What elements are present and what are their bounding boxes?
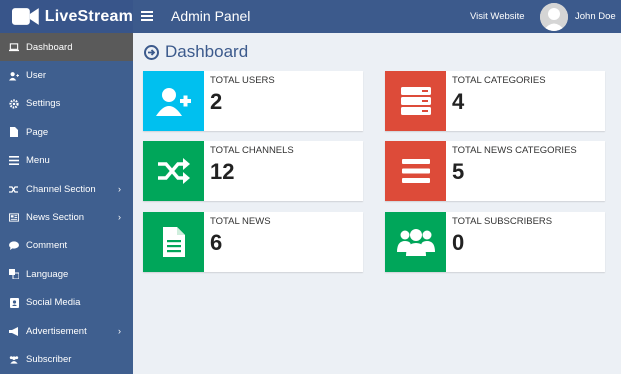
stat-box-total-news[interactable]: TOTAL NEWS 6 (143, 212, 363, 272)
sidebar-item-subscriber[interactable]: Subscriber (0, 345, 133, 373)
sidebar-item-label: News Section (26, 212, 85, 224)
stat-box-total-categories[interactable]: TOTAL CATEGORIES 4 (385, 71, 605, 131)
sidebar-item-label: Channel Section (26, 183, 96, 195)
shuffle-icon (9, 184, 19, 194)
stat-label: TOTAL CATEGORIES (452, 75, 546, 86)
bullhorn-icon (9, 326, 19, 336)
sidebar-item-label: Subscriber (26, 353, 72, 365)
sidebar-item-language[interactable]: Language (0, 260, 133, 288)
sidebar-item-social-media[interactable]: Social Media (0, 289, 133, 317)
sidebar-item-label: Settings (26, 98, 61, 110)
stat-label: TOTAL CHANNELS (210, 145, 294, 156)
chevron-right-icon: › (118, 183, 121, 194)
stat-box-total-users[interactable]: TOTAL USERS 2 (143, 71, 363, 131)
users-icon (9, 354, 19, 364)
brand-name: LiveStream (44, 7, 133, 25)
stat-box-total-subscribers[interactable]: TOTAL SUBSCRIBERS 0 (385, 212, 605, 272)
bars-icon (9, 156, 19, 166)
brand-logo[interactable]: LiveStream (0, 0, 133, 33)
page-title: Dashboard (144, 42, 248, 62)
page-title-text: Dashboard (165, 42, 249, 61)
sidebar-item-label: Comment (26, 240, 68, 252)
top-header: LiveStream Admin Panel Visit Website Joh… (0, 0, 621, 33)
sidebar-item-advertisement[interactable]: Advertisement › (0, 317, 133, 345)
panel-title: Admin Panel (171, 8, 251, 24)
sidebar-item-label: Dashboard (26, 41, 73, 53)
shuffle-icon (157, 158, 190, 184)
stat-icon-channels (143, 141, 204, 201)
stat-value: 12 (210, 159, 235, 184)
sidebar-item-news-section[interactable]: News Section › (0, 203, 133, 231)
sidebar-item-user[interactable]: User (0, 61, 133, 89)
gear-icon (9, 99, 19, 109)
sidebar-item-page[interactable]: Page (0, 118, 133, 146)
sidebar-item-label: Advertisement (26, 325, 87, 337)
user-avatar-icon (540, 3, 568, 31)
sidebar-item-settings[interactable]: Settings (0, 90, 133, 118)
stat-box-total-news-categories[interactable]: TOTAL NEWS CATEGORIES 5 (385, 141, 605, 201)
stat-icon-users (143, 71, 204, 131)
sidebar: Dashboard User Settings Page Menu Channe… (0, 33, 133, 374)
chevron-right-icon: › (118, 212, 121, 223)
visit-website-link[interactable]: Visit Website (470, 11, 525, 22)
stat-icon-subscribers (385, 212, 446, 272)
chevron-right-icon: › (118, 325, 121, 336)
sidebar-item-dashboard[interactable]: Dashboard (0, 33, 133, 62)
sidebar-item-menu[interactable]: Menu (0, 147, 133, 175)
stat-box-total-channels[interactable]: TOTAL CHANNELS 12 (143, 141, 363, 201)
stat-value: 4 (452, 89, 465, 114)
server-icon (400, 87, 431, 115)
stat-icon-news-categories (385, 141, 446, 201)
stat-label: TOTAL NEWS CATEGORIES (452, 145, 577, 156)
stat-value: 5 (452, 159, 465, 184)
stat-label: TOTAL USERS (210, 75, 275, 86)
users-icon (396, 229, 435, 256)
video-camera-icon (12, 8, 39, 25)
language-icon (9, 269, 19, 280)
file-icon (9, 127, 19, 138)
stat-icon-news (143, 212, 204, 272)
sidebar-item-label: User (26, 70, 47, 82)
sidebar-item-label: Menu (26, 155, 50, 167)
avatar[interactable] (540, 3, 568, 31)
sidebar-item-label: Page (26, 126, 49, 138)
laptop-icon (9, 42, 19, 52)
sidebar-item-channel-section[interactable]: Channel Section › (0, 175, 133, 203)
bars-icon (401, 159, 430, 183)
arrow-circle-right-icon (144, 44, 159, 60)
stat-label: TOTAL NEWS (210, 216, 271, 227)
stat-label: TOTAL SUBSCRIBERS (452, 216, 553, 227)
user-plus-icon (155, 88, 191, 116)
sidebar-item-label: Language (26, 268, 69, 280)
sidebar-item-comment[interactable]: Comment (0, 232, 133, 260)
newspaper-icon (9, 213, 19, 223)
user-plus-icon (9, 71, 19, 81)
stat-value: 0 (452, 230, 465, 255)
file-text-icon (162, 227, 185, 257)
sidebar-item-label: Social Media (26, 297, 81, 309)
stat-value: 6 (210, 230, 223, 255)
stat-value: 2 (210, 89, 223, 114)
main-content: Dashboard TOTAL USERS 2 TOTAL CATEGORIES… (133, 33, 621, 374)
address-card-icon (9, 297, 19, 308)
comment-icon (9, 241, 19, 251)
stat-icon-categories (385, 71, 446, 131)
user-name[interactable]: John Doe (575, 11, 616, 22)
sidebar-toggle-button[interactable] (141, 9, 153, 23)
